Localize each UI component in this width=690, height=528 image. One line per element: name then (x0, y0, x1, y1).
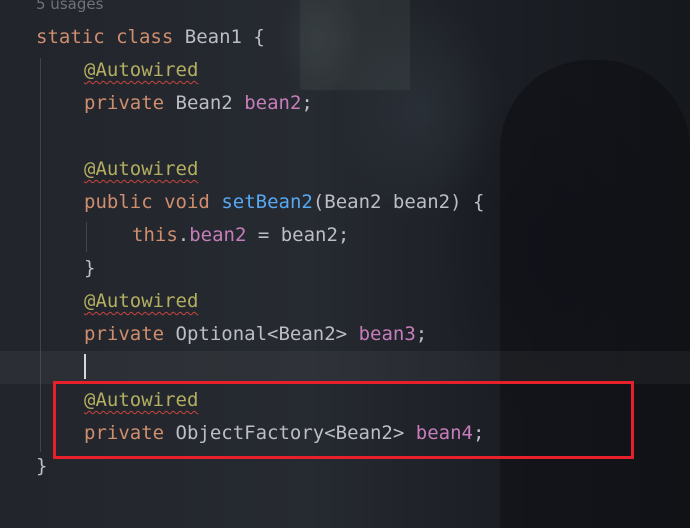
method-params: (Bean2 bean2) { (312, 191, 485, 213)
keyword-void: void (164, 191, 210, 213)
autowired-annotation: @Autowired (84, 59, 199, 81)
open-brace: { (241, 26, 265, 48)
background-wallpaper (300, 0, 410, 90)
autowired-annotation: @Autowired (84, 290, 199, 312)
code-line-class-decl[interactable]: static class Bean1 { (36, 21, 265, 54)
dot: . (177, 224, 190, 246)
code-line-method-decl[interactable]: public void setBean2(Bean2 bean2) { (84, 186, 484, 219)
close-brace: } (84, 257, 96, 279)
keyword-static: static (36, 26, 105, 48)
method-name: setBean2 (221, 191, 313, 213)
code-editor[interactable]: 5 usages static class Bean1 { @Autowired… (0, 0, 690, 528)
code-line-field-bean3[interactable]: private Optional<Bean2> bean3; (84, 318, 427, 351)
keyword-private: private (84, 92, 165, 114)
code-line-annotation[interactable]: @Autowired (84, 153, 198, 186)
red-highlight-box (53, 381, 634, 459)
keyword-class: class (116, 26, 174, 48)
indent-guide (40, 58, 41, 452)
field-ref: bean2 (189, 224, 247, 246)
field-type: Optional<Bean2> (175, 323, 348, 345)
keyword-public: public (84, 191, 153, 213)
semicolon: ; (415, 323, 428, 345)
code-line-annotation[interactable]: @Autowired (84, 54, 198, 87)
keyword-this: this (132, 224, 178, 246)
close-brace: } (36, 455, 48, 477)
code-line-field-bean2[interactable]: private Bean2 bean2; (84, 87, 313, 120)
code-line-class-close[interactable]: } (36, 450, 47, 483)
code-line-method-body[interactable]: this.bean2 = bean2; (132, 219, 349, 252)
class-name: Bean1 (184, 26, 242, 48)
code-line-annotation[interactable]: @Autowired (84, 285, 198, 318)
code-line-method-close[interactable]: } (84, 252, 95, 285)
keyword-private: private (84, 323, 165, 345)
semicolon: ; (301, 92, 313, 114)
field-name: bean3 (358, 323, 416, 345)
assignment: = bean2; (246, 224, 350, 246)
indent-guide-method (86, 222, 87, 252)
current-line-highlight (0, 351, 690, 384)
text-caret (84, 354, 86, 379)
field-name: bean2 (244, 92, 302, 114)
autowired-annotation: @Autowired (84, 158, 199, 180)
field-type: Bean2 (175, 92, 233, 114)
usages-hint[interactable]: 5 usages (36, 0, 103, 14)
